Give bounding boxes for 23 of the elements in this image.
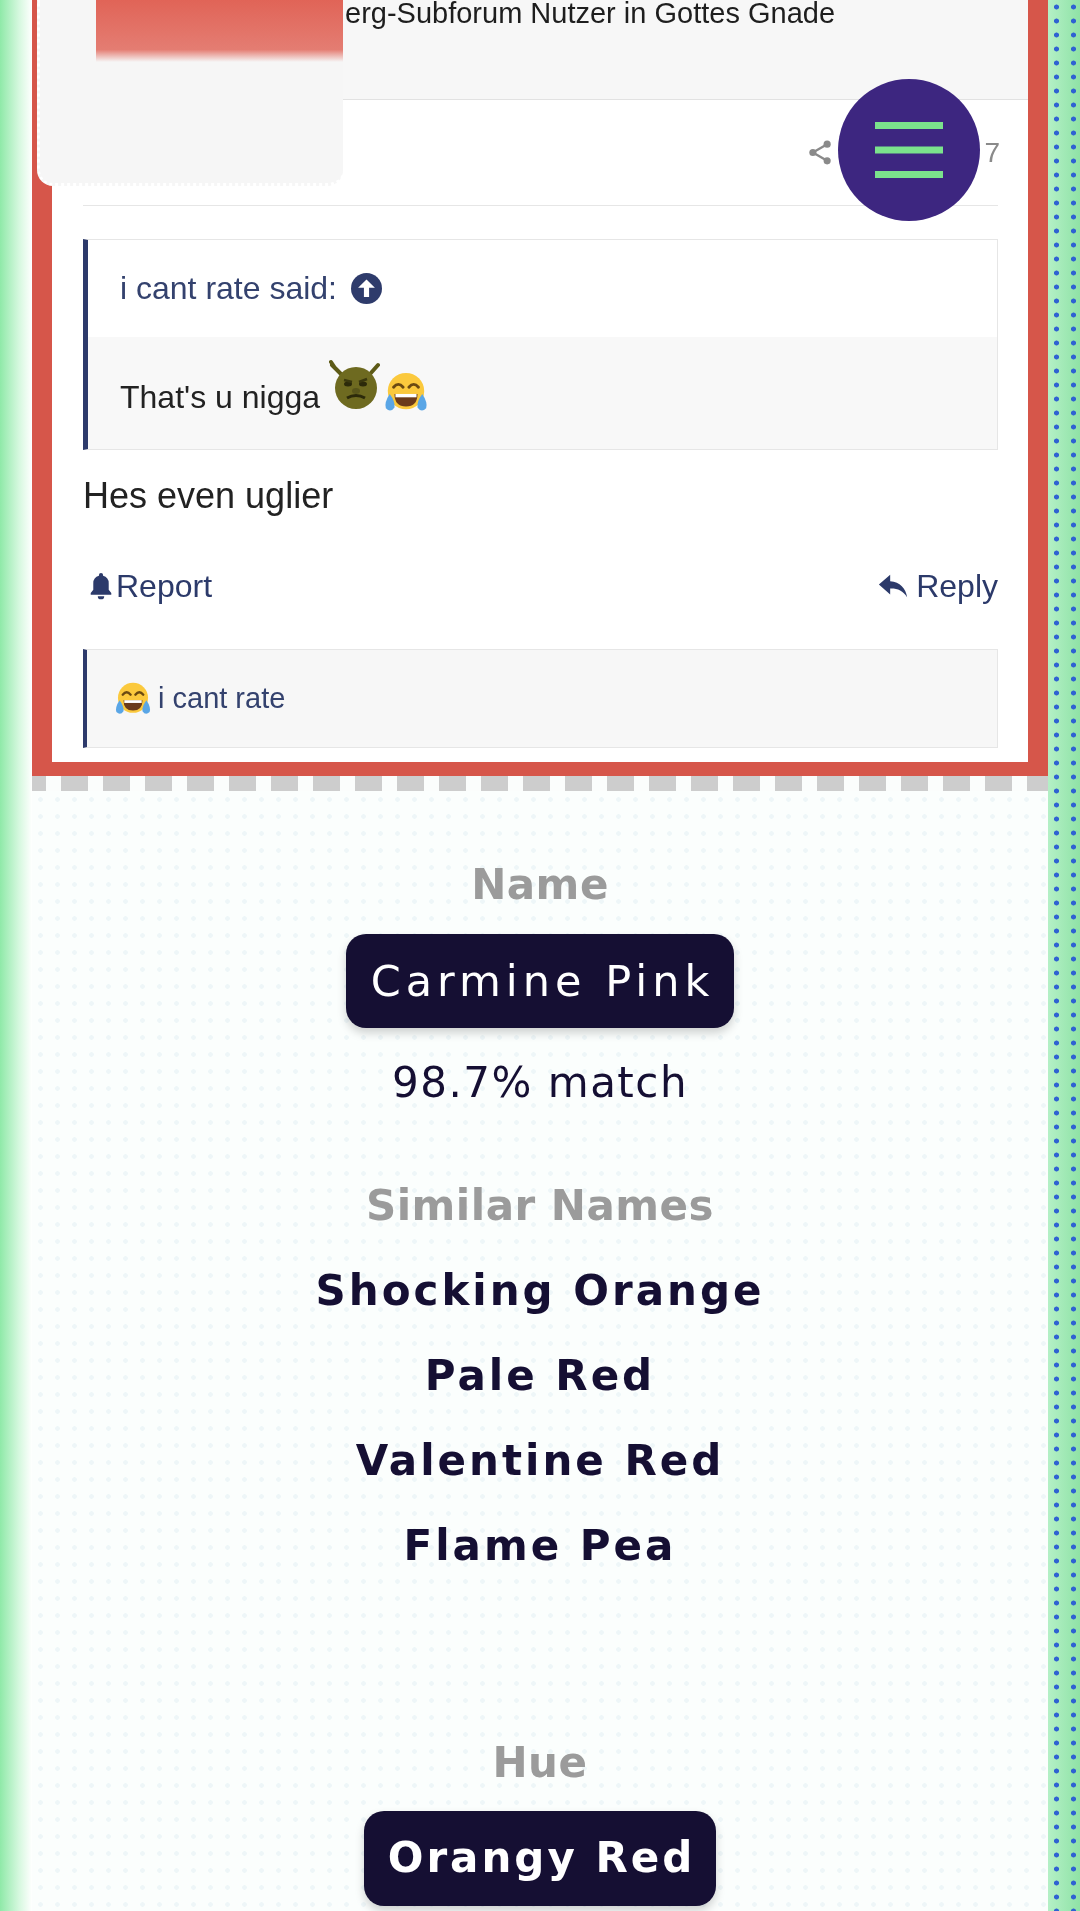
similar-color-name: Valentine Red bbox=[355, 1435, 725, 1487]
share-icon[interactable] bbox=[808, 140, 833, 165]
hue-badge: Orangy Red bbox=[363, 1811, 717, 1906]
quote-author-link[interactable]: i cant rate said: bbox=[120, 270, 337, 307]
ogre-face-icon bbox=[329, 359, 381, 411]
bell-icon bbox=[90, 572, 112, 600]
similar-color-name: Flame Pea bbox=[403, 1520, 677, 1572]
similar-color-name: Pale Red bbox=[424, 1350, 656, 1402]
section-heading: Hue bbox=[492, 1737, 588, 1789]
reply-arrow-icon bbox=[878, 574, 909, 598]
arrow-up-circle-icon[interactable] bbox=[351, 273, 382, 304]
message-text: Hes even uglier bbox=[83, 478, 335, 514]
section-heading: Similar Names bbox=[365, 1180, 715, 1232]
reply-link[interactable]: Reply bbox=[878, 567, 998, 605]
laughing-emoji-icon bbox=[114, 681, 152, 716]
reaction-user-link[interactable]: i cant rate bbox=[158, 682, 286, 715]
report-link[interactable]: Report bbox=[83, 567, 213, 605]
similar-color-name: Shocking Orange bbox=[315, 1265, 765, 1317]
color-name-badge: Carmine Pink bbox=[345, 934, 735, 1028]
menu-icon bbox=[875, 122, 943, 178]
match-percentage: 98.7% match bbox=[391, 1057, 689, 1109]
section-heading: Name bbox=[471, 859, 609, 911]
quote-text: That's u nigga bbox=[120, 377, 320, 416]
